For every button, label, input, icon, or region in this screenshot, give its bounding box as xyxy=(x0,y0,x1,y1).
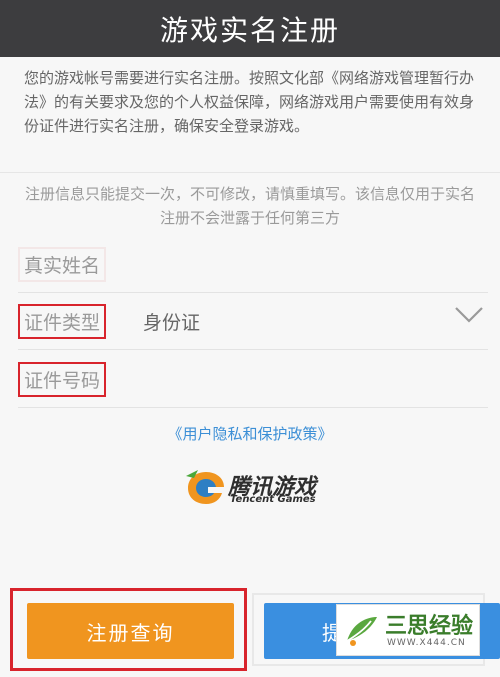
privacy-policy-link[interactable]: 《用户隐私和保护政策》 xyxy=(0,423,500,444)
logo-english-text: Tencent Games xyxy=(230,494,316,505)
intro-text: 您的游戏帐号需要进行实名注册。按照文化部《网络游戏管理暂行办法》的有关要求及您的… xyxy=(24,69,475,135)
notice-text: 注册信息只能提交一次，不可修改，请慎重填写。该信息仅用于实名注册不会泄露于任何第… xyxy=(24,185,475,227)
id-type-select[interactable]: 身份证 xyxy=(143,308,200,335)
watermark-logo-icon xyxy=(346,617,377,646)
watermark-text: 三思经验 xyxy=(385,614,474,639)
id-number-input[interactable] xyxy=(143,362,473,396)
real-name-row[interactable]: 真实姓名 xyxy=(18,237,488,293)
divider xyxy=(0,172,500,173)
id-type-label: 证件类型 xyxy=(18,304,107,339)
id-type-row[interactable]: 证件类型 身份证 xyxy=(18,294,488,350)
id-number-label: 证件号码 xyxy=(18,362,107,397)
page-title: 游戏实名注册 xyxy=(159,13,340,47)
tencent-games-logo: 腾讯游戏 Tencent Games xyxy=(184,466,324,514)
watermark-url: WWW.X444.CN xyxy=(387,638,466,648)
chevron-down-icon[interactable] xyxy=(454,304,484,326)
real-name-label: 真实姓名 xyxy=(18,247,107,282)
tencent-games-logo-icon xyxy=(186,470,224,504)
watermark: 三思经验 WWW.X444.CN xyxy=(336,604,480,656)
registration-query-button[interactable]: 注册查询 xyxy=(27,603,234,659)
id-number-row[interactable]: 证件号码 xyxy=(18,352,488,408)
page-header: 游戏实名注册 xyxy=(0,0,500,57)
real-name-input[interactable] xyxy=(143,247,473,281)
